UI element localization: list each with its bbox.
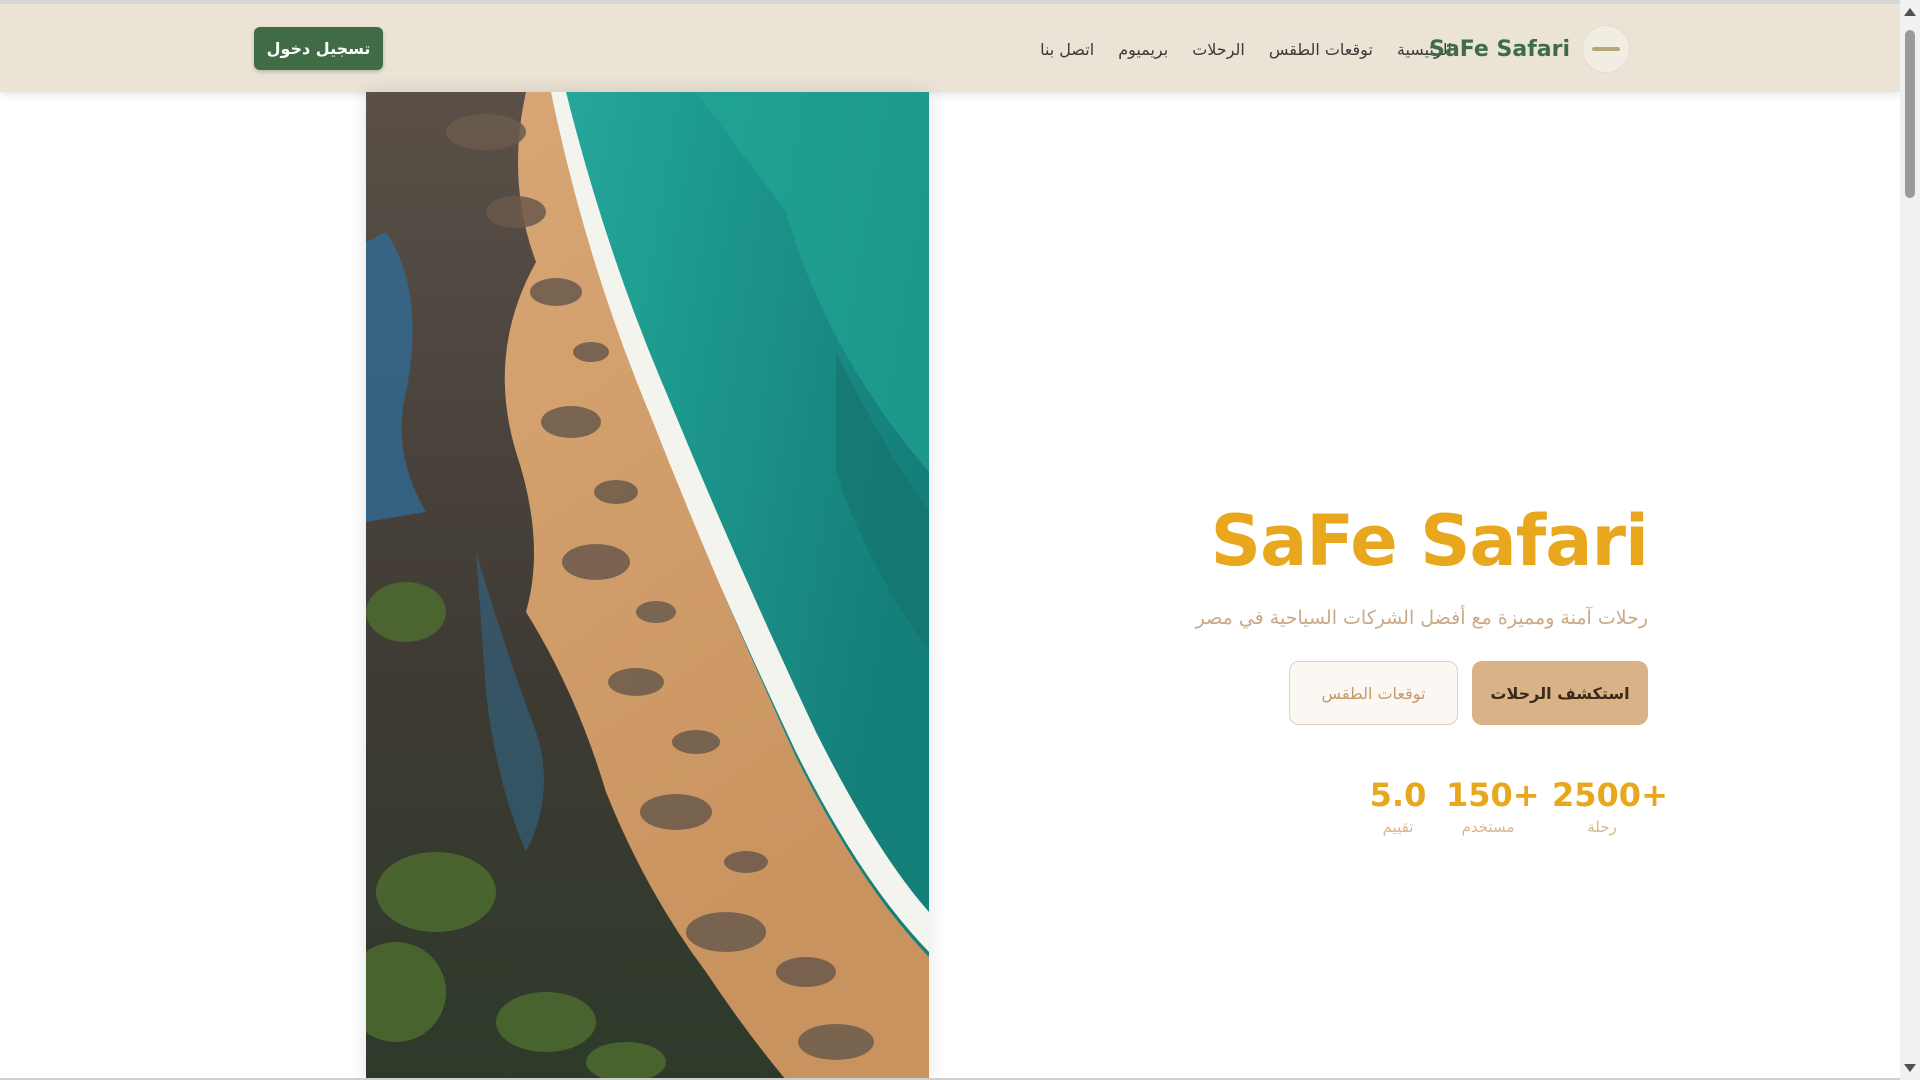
page: تسجيل دخول الرئيسية توقعات الطقس الرحلات… — [0, 0, 1920, 1080]
nav-link-weather[interactable]: توقعات الطقس — [1269, 40, 1373, 59]
stat-label: رحلة — [1587, 818, 1617, 837]
explore-trips-button[interactable]: استكشف الرحلات — [1472, 661, 1648, 725]
stat-value: 2500+ — [1552, 776, 1668, 814]
hero-title: SaFe Safari — [1210, 500, 1649, 582]
stat-label: تقييم — [1382, 818, 1414, 837]
scrollbar[interactable] — [1900, 0, 1920, 1080]
stat-rating: 5.0 تقييم — [1366, 776, 1430, 836]
nav-link-premium[interactable]: بريميوم — [1118, 40, 1168, 59]
stat-value: 5.0 — [1369, 776, 1427, 814]
stat-label: مستخدم — [1461, 818, 1515, 837]
hero-beach-image — [366, 92, 929, 1080]
stat-users: 150+ مستخدم — [1446, 776, 1540, 837]
scroll-thumb[interactable] — [1905, 30, 1915, 198]
nav-links: الرئيسية توقعات الطقس الرحلات بريميوم ات… — [1040, 30, 1452, 68]
scroll-up-arrow-icon[interactable] — [1904, 8, 1916, 16]
brand-name: SaFe Safari — [1429, 36, 1570, 62]
nav-link-trips[interactable]: الرحلات — [1192, 40, 1245, 59]
nav-link-contact[interactable]: اتصل بنا — [1040, 40, 1094, 59]
weather-forecast-button[interactable]: توقعات الطقس — [1289, 661, 1458, 725]
stat-trips: 2500+ رحلة — [1552, 776, 1668, 837]
scroll-down-arrow-icon[interactable] — [1904, 1064, 1916, 1072]
login-button[interactable]: تسجيل دخول — [254, 27, 383, 70]
stat-value: 150+ — [1446, 776, 1540, 814]
brand-logo — [1582, 25, 1630, 73]
navbar: تسجيل دخول الرئيسية توقعات الطقس الرحلات… — [0, 4, 1900, 92]
hero-subtitle: رحلات آمنة ومميزة مع أفضل الشركات السياح… — [1195, 607, 1648, 629]
brand[interactable]: SaFe Safari — [1429, 24, 1630, 74]
